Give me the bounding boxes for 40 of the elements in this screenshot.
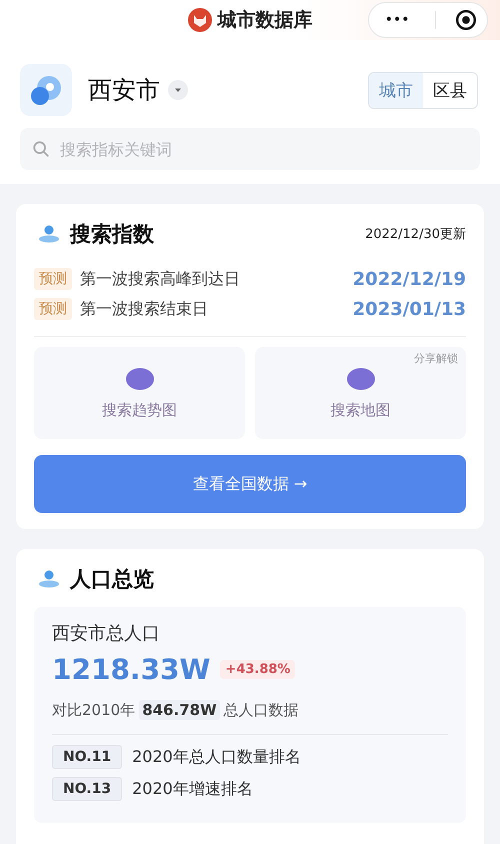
search-input[interactable]: 搜索指标关键词 — [58, 138, 468, 160]
update-date: 2022/12/30更新 — [365, 226, 466, 243]
view-national-data-button[interactable]: 查看全国数据 → — [34, 455, 466, 513]
rank-badge: NO.13 — [52, 777, 122, 801]
section-icon — [38, 225, 60, 243]
section-icon — [38, 570, 60, 588]
more-button[interactable]: ••• — [378, 12, 416, 28]
logo-icon — [188, 8, 212, 32]
blob-icon — [346, 366, 376, 390]
dropdown-caret-icon[interactable] — [168, 80, 188, 100]
compare-text: 总人口数据 — [224, 700, 299, 720]
card-title: 人口总览 — [70, 566, 154, 593]
change-badge: +43.88% — [220, 660, 296, 679]
row-label: 第一波搜索高峰到达日 — [80, 268, 240, 290]
row-date: 2023/01/13 — [352, 298, 466, 320]
row-label: 第一波搜索结束日 — [80, 298, 208, 320]
rank-badge: NO.11 — [52, 745, 122, 769]
search-icon — [32, 140, 50, 158]
city-logo-icon — [20, 64, 72, 116]
search-field[interactable]: 搜索指标关键词 — [20, 128, 480, 170]
card-title: 搜索指数 — [70, 221, 154, 248]
close-target-icon[interactable] — [455, 9, 478, 31]
tile-label: 搜索趋势图 — [102, 400, 177, 420]
app-title: 城市数据库 — [218, 8, 312, 33]
forecast-tag: 预测 — [34, 268, 72, 290]
population-value: 1218.33W — [52, 653, 210, 686]
tile-label: 搜索地图 — [330, 400, 390, 420]
row-date: 2022/12/19 — [352, 268, 466, 290]
forecast-tag: 预测 — [34, 298, 72, 320]
chart-tile[interactable]: 分享解锁 搜索地图 — [255, 347, 466, 439]
city-name[interactable]: 西安市 — [88, 74, 160, 106]
share-unlock-label: 分享解锁 — [414, 351, 458, 366]
blob-icon — [124, 366, 154, 390]
stat-label: 西安市总人口 — [52, 622, 161, 645]
compare-value: 846.78W — [139, 700, 220, 720]
chart-tile[interactable]: 搜索趋势图 — [34, 347, 245, 439]
scope-tab[interactable]: 城市 — [369, 72, 423, 108]
rank-label: 2020年总人口数量排名 — [132, 746, 301, 768]
compare-text: 对比2010年 — [52, 700, 136, 720]
rank-label: 2020年增速排名 — [132, 778, 253, 800]
